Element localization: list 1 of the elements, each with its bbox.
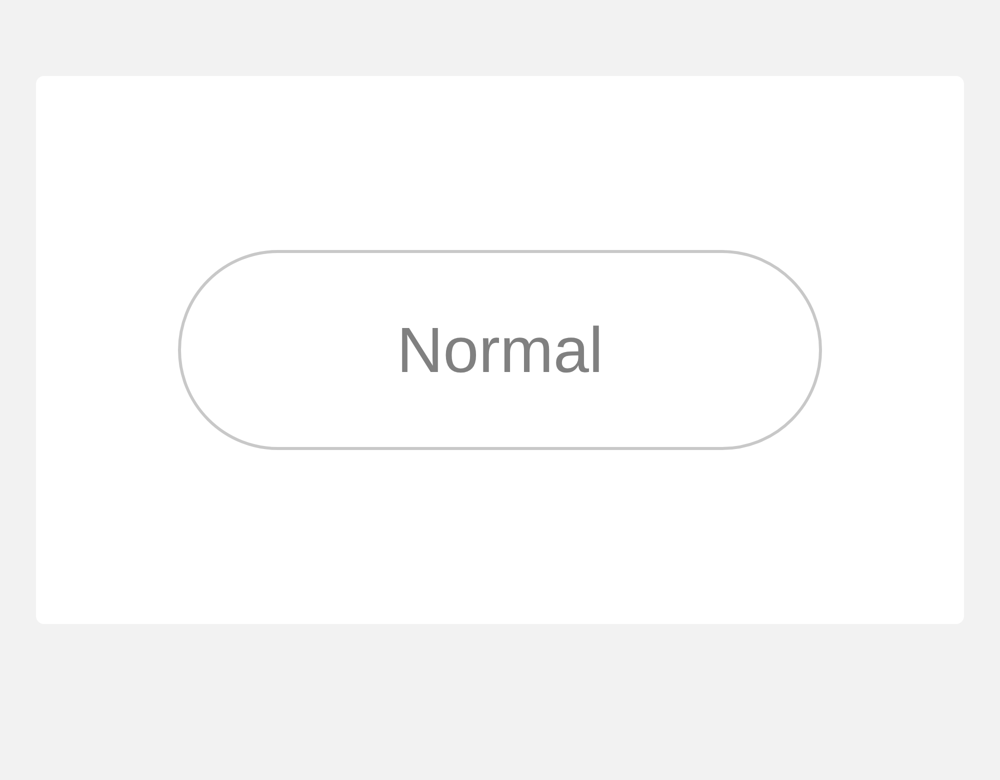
normal-button[interactable]: Normal — [178, 250, 822, 450]
